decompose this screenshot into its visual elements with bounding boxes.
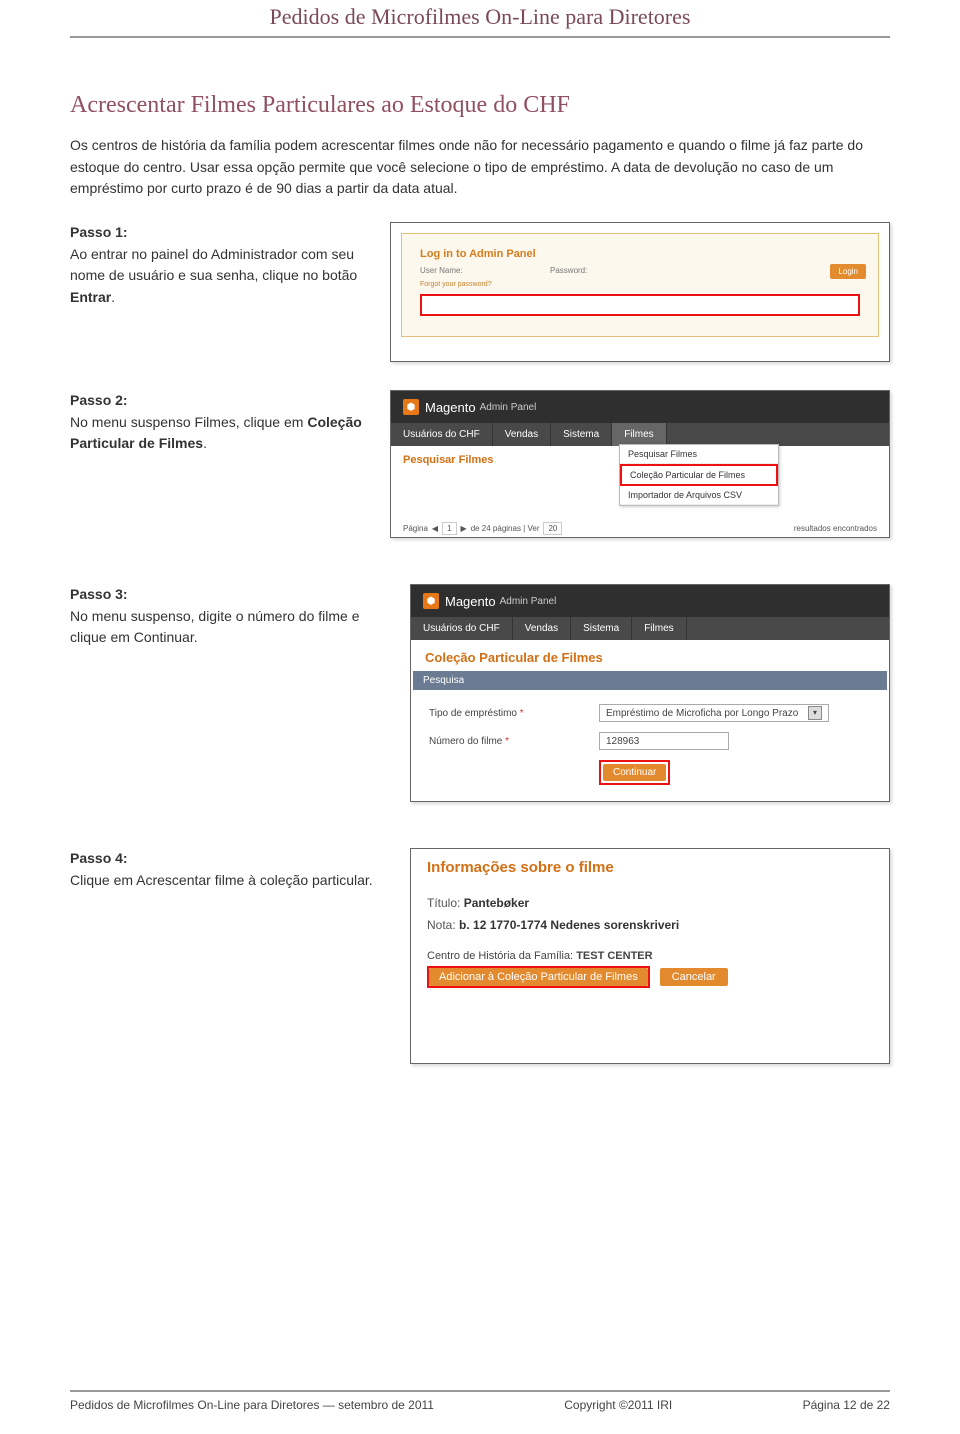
pager-prev-icon[interactable]: ◀ (432, 524, 438, 533)
magento-logo-bar-2: ⬢ Magento Admin Panel (411, 585, 889, 617)
footer-left: Pedidos de Microfilmes On-Line para Dire… (70, 1398, 434, 1412)
step-4-label: Passo 4: (70, 848, 390, 870)
info-centro-label: Centro de História da Família: (427, 950, 573, 962)
pager: Página ◀ 1 ▶ de 24 páginas | Ver 20 resu… (403, 522, 877, 535)
add-highlight: Adicionar à Coleção Particular de Filmes (427, 966, 650, 988)
dd-importador[interactable]: Importador de Arquivos CSV (620, 486, 778, 505)
page-header-title: Pedidos de Microfilmes On-Line para Dire… (70, 4, 890, 36)
login-button[interactable]: Login (830, 264, 866, 279)
field-numero-input[interactable]: 128963 (599, 732, 729, 750)
field-tipo-value: Empréstimo de Microficha por Longo Prazo (606, 708, 798, 719)
continuar-highlight: Continuar (599, 760, 670, 785)
step-3-body: No menu suspenso, digite o número do fil… (70, 608, 360, 646)
info-centro-value: TEST CENTER (576, 950, 652, 962)
form-crumb: Coleção Particular de Filmes (411, 640, 889, 671)
header-rule (70, 36, 890, 38)
magento-panel-label-2: Admin Panel (500, 596, 557, 607)
step-1: Passo 1: Ao entrar no painel do Administ… (70, 222, 890, 362)
magento-icon: ⬢ (403, 399, 419, 415)
screenshot-form: ⬢ Magento Admin Panel Usuários do CHF Ve… (410, 584, 890, 802)
nav-filmes[interactable]: Filmes (612, 423, 666, 446)
step-2-label: Passo 2: (70, 390, 370, 412)
nav-sistema[interactable]: Sistema (551, 423, 612, 446)
info-titulo-label: Título: (427, 896, 460, 910)
magento-icon-2: ⬢ (423, 593, 439, 609)
login-forgot[interactable]: Forgot your password? (420, 281, 860, 288)
nav-vendas[interactable]: Vendas (493, 423, 551, 446)
pager-next-icon[interactable]: ▶ (461, 524, 467, 533)
screenshot-login: Log in to Admin Panel User Name: Passwor… (390, 222, 890, 362)
page-footer: Pedidos de Microfilmes On-Line para Dire… (70, 1390, 890, 1412)
nav2-filmes[interactable]: Filmes (632, 617, 686, 640)
section-intro: Os centros de história da família podem … (70, 135, 890, 200)
info-titulo-value: Pantebøker (464, 896, 529, 910)
login-highlight-box (420, 294, 860, 316)
field-tipo-select[interactable]: Empréstimo de Microficha por Longo Prazo… (599, 704, 829, 722)
pager-page-input[interactable]: 1 (442, 522, 456, 535)
pager-results: resultados encontrados (794, 524, 877, 533)
adicionar-button[interactable]: Adicionar à Coleção Particular de Filmes (429, 968, 648, 986)
magento-logo-bar: ⬢ Magento Admin Panel (391, 391, 889, 423)
nav2-usuarios[interactable]: Usuários do CHF (411, 617, 513, 640)
dd-colecao-particular[interactable]: Coleção Particular de Filmes (620, 464, 778, 486)
magento-brand: Magento (425, 400, 476, 415)
field-numero-label: Número do filme * (429, 736, 599, 747)
admin-nav-2: Usuários do CHF Vendas Sistema Filmes (411, 617, 889, 640)
step-2: Passo 2: No menu suspenso Filmes, clique… (70, 390, 890, 538)
pager-label-a: Página (403, 524, 428, 533)
step-2-body-c: . (203, 435, 207, 451)
login-pass-label: Password: (550, 266, 610, 275)
continuar-button[interactable]: Continuar (603, 764, 666, 781)
form-section-bar: Pesquisa (413, 671, 887, 690)
info-title: Informações sobre o filme (427, 859, 873, 876)
footer-center: Copyright ©2011 IRI (564, 1398, 672, 1412)
step-3-label: Passo 3: (70, 584, 390, 606)
nav-usuarios[interactable]: Usuários do CHF (391, 423, 493, 446)
screenshot-menu: ⬢ Magento Admin Panel Usuários do CHF Ve… (390, 390, 890, 538)
section-title: Acrescentar Filmes Particulares ao Estoq… (70, 92, 890, 119)
footer-rule (70, 1390, 890, 1392)
nav2-vendas[interactable]: Vendas (513, 617, 571, 640)
login-title: Log in to Admin Panel (420, 248, 860, 260)
pager-per-input[interactable]: 20 (543, 522, 562, 535)
info-nota-label: Nota: (427, 918, 456, 932)
admin-nav: Usuários do CHF Vendas Sistema Filmes (391, 423, 889, 446)
pager-label-b: de 24 páginas | Ver (471, 524, 540, 533)
step-4-body: Clique em Acrescentar filme à coleção pa… (70, 872, 373, 888)
step-2-body-a: No menu suspenso Filmes, clique em (70, 414, 307, 430)
step-4: Passo 4: Clique em Acrescentar filme à c… (70, 848, 890, 1064)
filmes-dropdown: Pesquisar Filmes Coleção Particular de F… (619, 444, 779, 506)
step-1-body-c: . (111, 289, 115, 305)
step-1-body-a: Ao entrar no painel do Administrador com… (70, 246, 357, 284)
step-1-label: Passo 1: (70, 222, 370, 244)
chevron-down-icon[interactable]: ▾ (808, 706, 822, 720)
screenshot-info: Informações sobre o filme Título: Panteb… (410, 848, 890, 1064)
nav2-sistema[interactable]: Sistema (571, 617, 632, 640)
magento-brand-2: Magento (445, 594, 496, 609)
footer-right: Página 12 de 22 (803, 1398, 890, 1412)
step-3: Passo 3: No menu suspenso, digite o núme… (70, 584, 890, 802)
field-tipo-label: Tipo de empréstimo * (429, 708, 599, 719)
login-user-label: User Name: (420, 266, 480, 275)
dd-pesquisar[interactable]: Pesquisar Filmes (620, 445, 778, 464)
step-1-body-bold: Entrar (70, 289, 111, 305)
cancelar-button[interactable]: Cancelar (660, 968, 728, 986)
info-nota-value: b. 12 1770-1774 Nedenes sorenskriveri (459, 918, 679, 932)
magento-panel-label: Admin Panel (480, 402, 537, 413)
